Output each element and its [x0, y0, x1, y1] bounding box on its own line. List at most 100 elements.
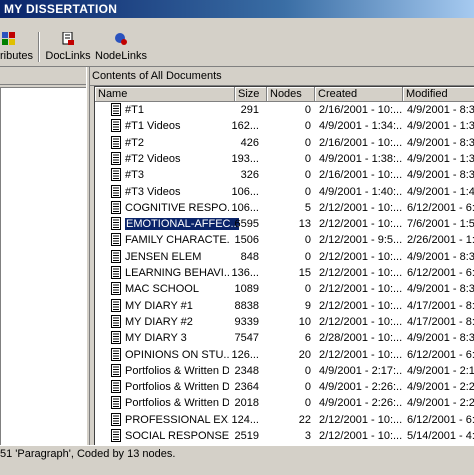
cell-size: 106...	[223, 202, 259, 214]
document-icon	[111, 103, 121, 116]
pane-caption-text: Contents of All Documents	[92, 70, 222, 82]
cell-created: 4/9/2001 - 1:34:...	[319, 120, 403, 132]
cell-size: 136...	[223, 267, 259, 279]
table-row[interactable]: #T3 Videos106...04/9/2001 - 1:40:...4/9/…	[95, 184, 474, 200]
table-row[interactable]: MY DIARY #1883892/12/2001 - 10:...4/17/2…	[95, 298, 474, 314]
table-row[interactable]: JENSEN ELEM84802/12/2001 - 10:...4/9/200…	[95, 249, 474, 265]
table-row[interactable]: MY DIARY 3754762/28/2001 - 10:...4/9/200…	[95, 330, 474, 346]
cell-nodes: 9	[265, 300, 311, 312]
cell-modified: 4/9/2001 - 8:3	[407, 332, 474, 344]
cell-nodes: 13	[265, 218, 311, 230]
cell-created: 4/9/2001 - 2:26:...	[319, 397, 403, 409]
left-pane-caption	[0, 67, 88, 85]
header-modified[interactable]: Modified	[403, 87, 474, 102]
document-icon	[111, 396, 121, 409]
table-row[interactable]: PROFESSIONAL EX...124...222/12/2001 - 10…	[95, 412, 474, 428]
status-bar: 51 'Paragraph', Coded by 13 nodes.	[0, 445, 474, 475]
cell-created: 4/9/2001 - 1:40:...	[319, 186, 403, 198]
cell-nodes: 3	[265, 430, 311, 442]
cell-name: JENSEN ELEM	[125, 251, 229, 263]
cell-size: 426	[223, 137, 259, 149]
document-icon	[111, 119, 121, 132]
table-row[interactable]: Portfolios & Written D...236404/9/2001 -…	[95, 379, 474, 395]
cell-nodes: 0	[265, 153, 311, 165]
cell-size: 2018	[223, 397, 259, 409]
left-pane	[0, 67, 88, 445]
document-icon	[111, 331, 121, 344]
document-icon	[111, 250, 121, 263]
cell-nodes: 0	[265, 120, 311, 132]
cell-name: SOCIAL RESPONSES	[125, 430, 229, 442]
table-row[interactable]: EMOTIONAL-AFFEC...6595132/12/2001 - 10:.…	[95, 216, 474, 232]
cell-modified: 4/9/2001 - 2:2	[407, 381, 474, 393]
cell-created: 2/12/2001 - 10:...	[319, 430, 403, 442]
cell-name: #T1	[125, 104, 229, 116]
toolbar: ributes DocLinks NodeLinks	[0, 18, 474, 67]
cell-nodes: 0	[265, 234, 311, 246]
cell-modified: 4/17/2001 - 8:	[407, 300, 474, 312]
cell-size: 2364	[223, 381, 259, 393]
document-icon	[111, 185, 121, 198]
header-size[interactable]: Size	[235, 87, 267, 102]
document-icon	[111, 364, 121, 377]
table-row[interactable]: #T129102/16/2001 - 10:...4/9/2001 - 8:36	[95, 102, 474, 118]
document-icon	[111, 282, 121, 295]
table-row[interactable]: #T242602/16/2001 - 10:...4/9/2001 - 8:36	[95, 135, 474, 151]
cell-nodes: 0	[265, 397, 311, 409]
table-row[interactable]: FAMILY CHARACTE...150602/12/2001 - 9:5..…	[95, 232, 474, 248]
document-icon	[111, 233, 121, 246]
cell-nodes: 20	[265, 349, 311, 361]
nodelinks-button[interactable]: NodeLinks	[94, 18, 148, 64]
cell-size: 2348	[223, 365, 259, 377]
cell-created: 2/12/2001 - 9:5...	[319, 234, 403, 246]
cell-size: 7547	[223, 332, 259, 344]
cell-size: 8838	[223, 300, 259, 312]
document-icon	[111, 315, 121, 328]
cell-modified: 4/9/2001 - 8:36	[407, 137, 474, 149]
cell-size: 124...	[223, 414, 259, 426]
cell-nodes: 0	[265, 283, 311, 295]
attributes-icon	[2, 32, 16, 46]
table-row[interactable]: MAC SCHOOL108902/12/2001 - 10:...4/9/200…	[95, 281, 474, 297]
cell-modified: 6/12/2001 - 6:4	[407, 267, 474, 279]
cell-nodes: 5	[265, 202, 311, 214]
table-row[interactable]: COGNITIVE RESPO...106...52/12/2001 - 10:…	[95, 200, 474, 216]
table-row[interactable]: LEARNING BEHAVI...136...152/12/2001 - 10…	[95, 265, 474, 281]
cell-created: 2/12/2001 - 10:...	[319, 251, 403, 263]
cell-modified: 4/9/2001 - 1:40	[407, 186, 474, 198]
table-row[interactable]: SOCIAL RESPONSES251932/12/2001 - 10:...5…	[95, 428, 474, 444]
table-row[interactable]: Portfolios & Written D...234804/9/2001 -…	[95, 363, 474, 379]
cell-nodes: 0	[265, 137, 311, 149]
header-created[interactable]: Created	[315, 87, 403, 102]
cell-modified: 4/9/2001 - 1:34	[407, 120, 474, 132]
cell-modified: 7/6/2001 - 1:5	[407, 218, 474, 230]
header-nodes[interactable]: Nodes	[267, 87, 315, 102]
cell-created: 2/16/2001 - 10:...	[319, 169, 403, 181]
table-row[interactable]: MY DIARY #29339102/12/2001 - 10:...4/17/…	[95, 314, 474, 330]
attributes-label: ributes	[0, 50, 34, 62]
cell-name: MAC SCHOOL	[125, 283, 229, 295]
table-row[interactable]: Portfolios & Written D...201804/9/2001 -…	[95, 395, 474, 411]
cell-created: 2/28/2001 - 10:...	[319, 332, 403, 344]
cell-name: #T3	[125, 169, 229, 181]
right-pane: Contents of All Documents Name Size Node…	[90, 67, 474, 445]
table-row[interactable]: #T1 Videos162...04/9/2001 - 1:34:...4/9/…	[95, 118, 474, 134]
toolbar-separator	[38, 32, 40, 62]
cell-size: 848	[223, 251, 259, 263]
table-row[interactable]: OPINIONS ON STU...126...202/12/2001 - 10…	[95, 347, 474, 363]
cell-modified: 4/9/2001 - 8:3	[407, 251, 474, 263]
attributes-button[interactable]: ributes	[0, 18, 34, 64]
doclinks-button[interactable]: DocLinks	[44, 18, 92, 64]
left-pane-tree[interactable]	[0, 87, 87, 447]
window-title: MY DISSERTATION	[4, 2, 117, 16]
document-icon	[111, 201, 121, 214]
table-row[interactable]: #T332602/16/2001 - 10:...4/9/2001 - 8:36	[95, 167, 474, 183]
document-list[interactable]: Name Size Nodes Created Modified #T12910…	[94, 86, 474, 446]
document-icon	[111, 217, 121, 230]
header-name[interactable]: Name	[95, 87, 235, 102]
table-row[interactable]: #T2 Videos193...04/9/2001 - 1:38:...4/9/…	[95, 151, 474, 167]
cell-nodes: 0	[265, 104, 311, 116]
cell-size: 1506	[223, 234, 259, 246]
cell-name: MY DIARY #1	[125, 300, 229, 312]
pane-caption: Contents of All Documents	[90, 67, 474, 86]
